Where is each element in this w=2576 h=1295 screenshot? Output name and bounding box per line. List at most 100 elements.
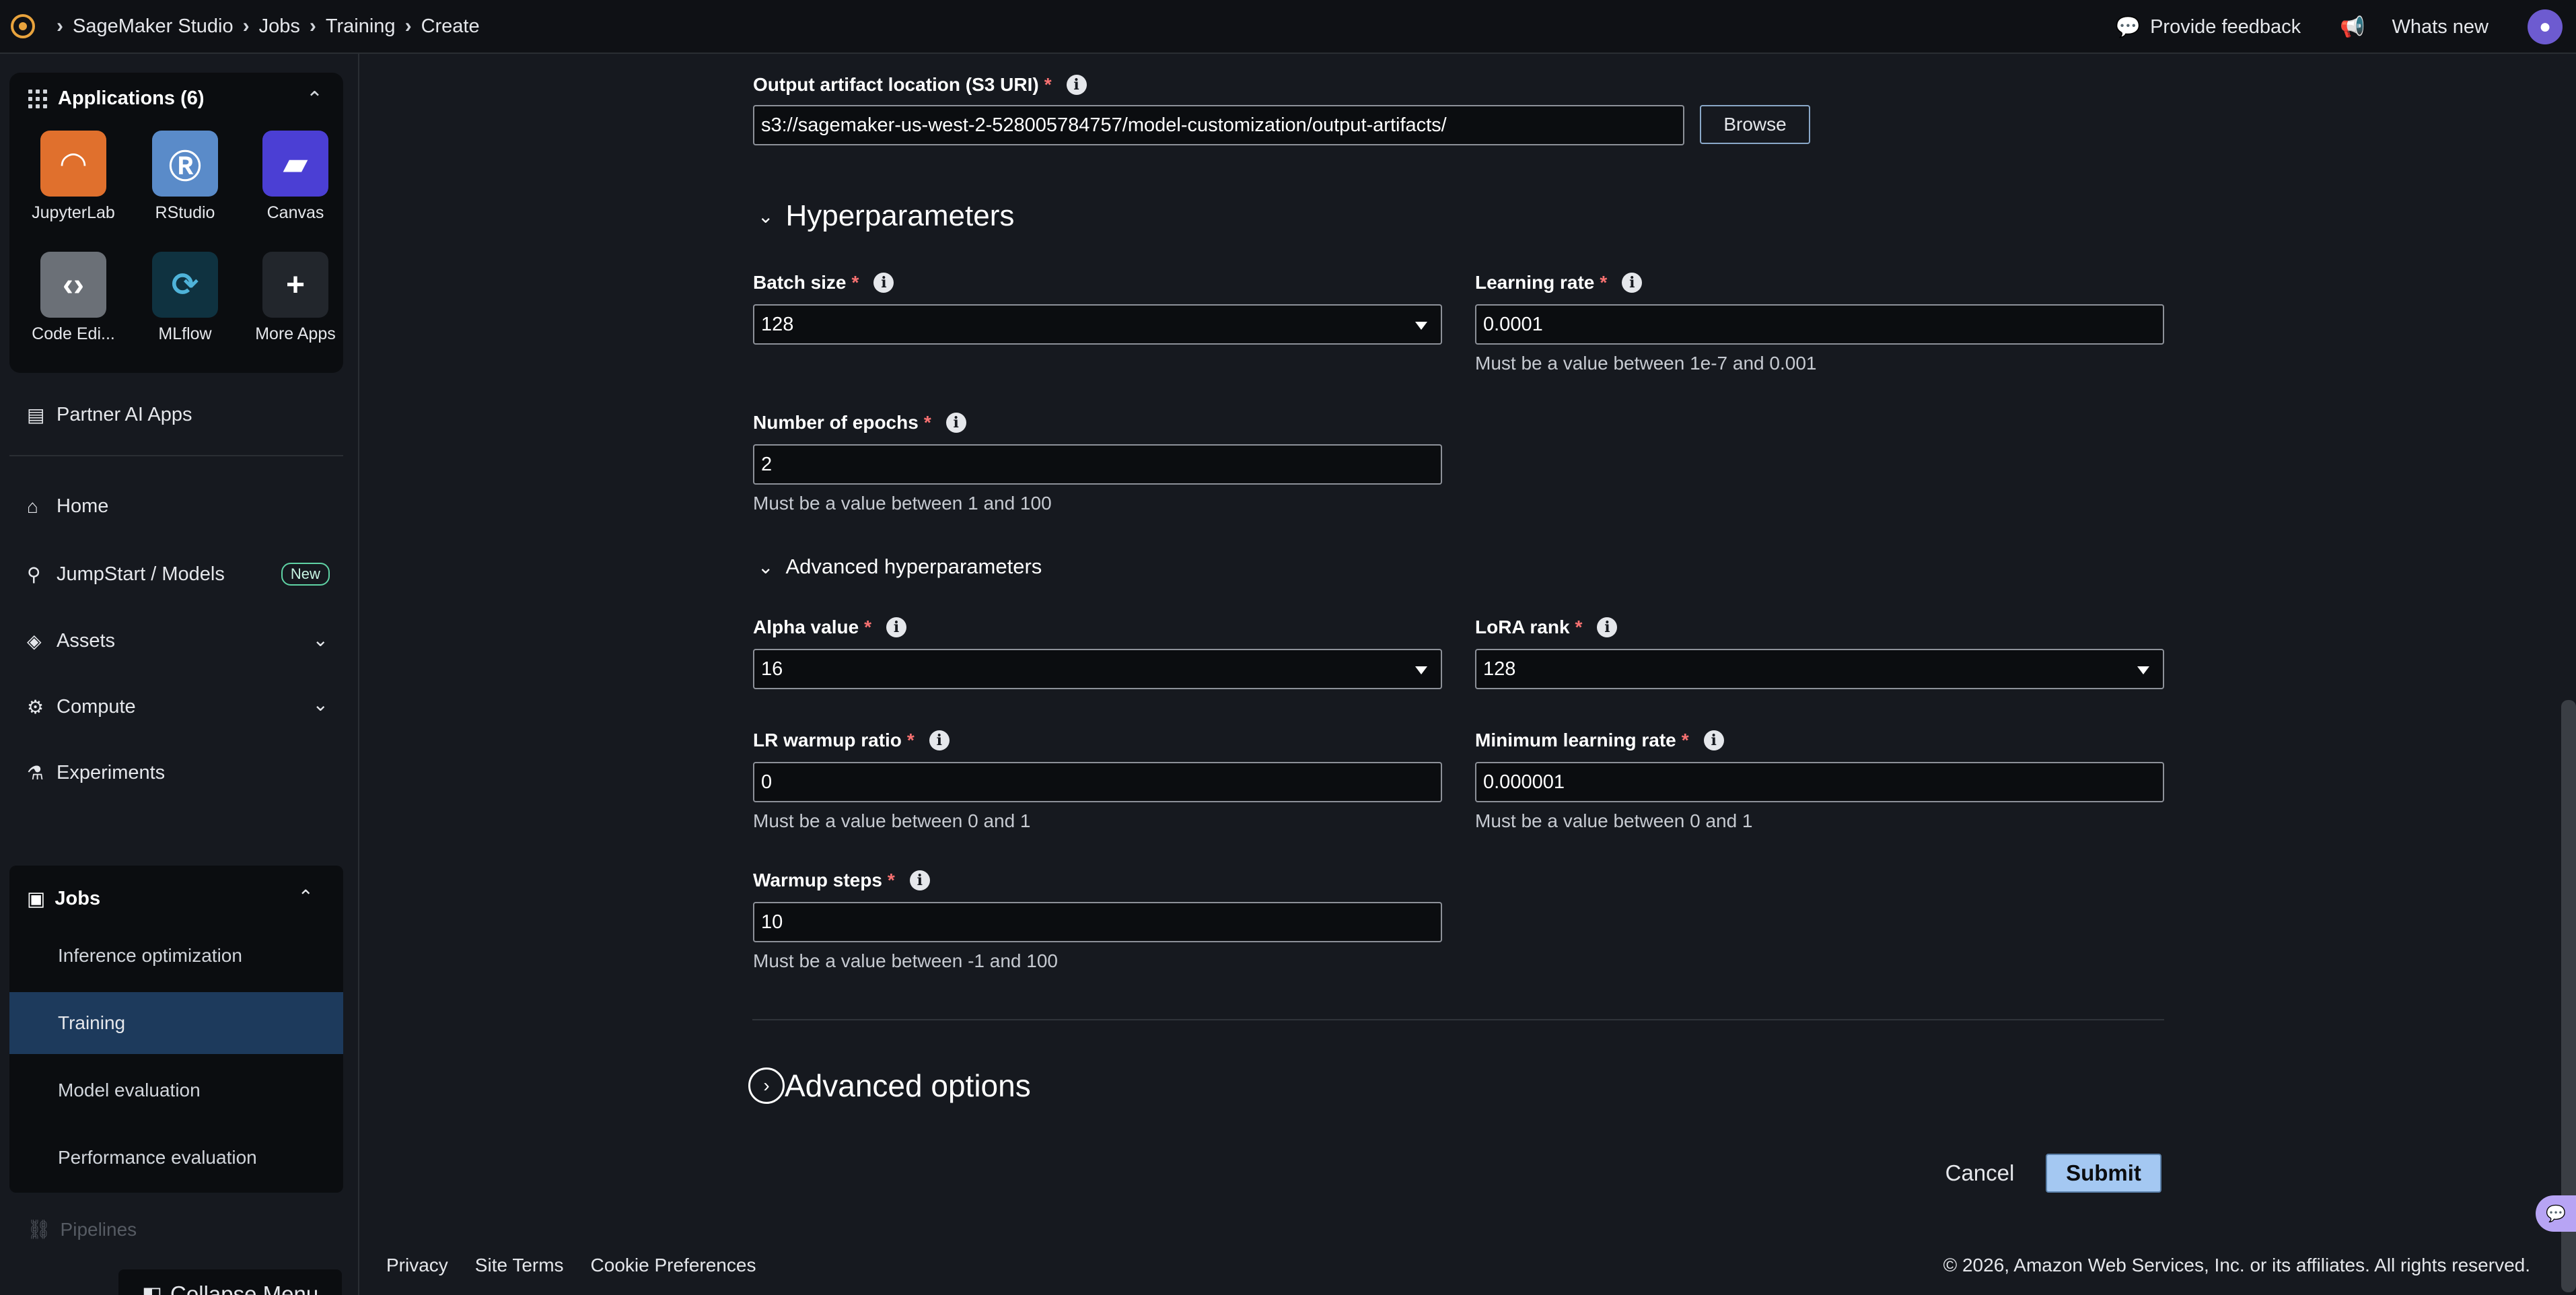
- epochs-hint: Must be a value between 1 and 100: [753, 493, 1052, 514]
- sidebar-item-jobs[interactable]: ▣ Jobs: [27, 887, 100, 911]
- required-mark: *: [1600, 272, 1608, 293]
- app-label: JupyterLab: [32, 203, 115, 222]
- alpha-select[interactable]: 16: [753, 649, 1442, 689]
- applications-header[interactable]: Applications (6): [28, 88, 205, 110]
- info-icon[interactable]: i: [873, 273, 894, 293]
- field-label-text: LoRA rank: [1475, 617, 1570, 637]
- cancel-button[interactable]: Cancel: [1922, 1152, 2038, 1194]
- input-value: 2: [761, 453, 773, 475]
- sagemaker-logo-icon[interactable]: [11, 14, 35, 38]
- input-value: 0.000001: [1483, 771, 1565, 793]
- select-value: 128: [761, 313, 794, 335]
- field-label-text: Alpha value: [753, 617, 859, 637]
- required-mark: *: [923, 412, 931, 433]
- breadcrumb-create: Create: [421, 15, 480, 37]
- info-icon[interactable]: i: [886, 617, 907, 637]
- chevron-down-icon[interactable]: ⌄: [313, 693, 328, 715]
- breadcrumb-jobs[interactable]: Jobs: [259, 15, 300, 38]
- sidebar-item-jumpstart[interactable]: ⚲ JumpStart / Models New: [27, 563, 330, 586]
- batch-size-label: Batch size * i: [753, 272, 894, 293]
- site-terms-link[interactable]: Site Terms: [475, 1255, 564, 1276]
- hyperparameters-toggle[interactable]: ⌄ Hyperparameters: [758, 199, 1014, 233]
- mlflow-icon: ⟳: [152, 252, 218, 318]
- apps-grid-icon: [28, 89, 47, 108]
- info-icon[interactable]: i: [1622, 273, 1643, 293]
- app-mlflow[interactable]: ⟳ MLflow: [135, 252, 236, 344]
- app-label: Code Edi...: [32, 324, 115, 343]
- chevron-down-icon: ⌄: [758, 205, 774, 227]
- info-icon[interactable]: i: [909, 870, 930, 890]
- sidebar-item-partner-ai-apps[interactable]: ▤ Partner AI Apps: [27, 404, 192, 426]
- input-value: 0.0001: [1483, 313, 1543, 335]
- advanced-options-toggle[interactable]: › Advanced options: [748, 1068, 1031, 1104]
- advanced-hyperparameters-toggle[interactable]: ⌄ Advanced hyperparameters: [758, 555, 1042, 579]
- app-label: MLflow: [158, 324, 212, 343]
- chevron-up-icon[interactable]: ⌃: [298, 886, 314, 908]
- whats-new-button[interactable]: 📢 Whats new: [2340, 15, 2489, 39]
- info-icon[interactable]: i: [945, 413, 966, 433]
- warmup-steps-input[interactable]: 10: [753, 902, 1442, 942]
- jobs-panel: ▣ Jobs ⌃ Inference optimization Training…: [9, 866, 343, 1193]
- applications-title: Applications (6): [58, 88, 205, 109]
- output-artifact-label: Output artifact location (S3 URI) * i: [753, 74, 1087, 96]
- field-label-text: Number of epochs: [753, 412, 919, 433]
- info-icon[interactable]: i: [929, 730, 950, 750]
- section-title: Advanced options: [785, 1068, 1031, 1103]
- info-icon[interactable]: i: [1703, 730, 1724, 750]
- cookie-preferences-link[interactable]: Cookie Preferences: [591, 1255, 756, 1276]
- batch-size-select[interactable]: 128: [753, 304, 1442, 345]
- min-learning-rate-input[interactable]: 0.000001: [1475, 762, 2164, 802]
- sidebar-item-assets[interactable]: ◈ Assets: [27, 630, 115, 652]
- app-code-editor[interactable]: ‹› Code Edi...: [23, 252, 124, 344]
- select-value: 128: [1483, 658, 1516, 680]
- copyright-text: © 2026, Amazon Web Services, Inc. or its…: [1943, 1255, 2530, 1275]
- lora-rank-label: LoRA rank * i: [1475, 617, 1618, 638]
- sidebar-item-performance-evaluation[interactable]: Performance evaluation: [9, 1127, 343, 1189]
- chevron-up-icon[interactable]: ⌃: [306, 88, 323, 111]
- sidebar-item-label: Experiments: [57, 762, 166, 783]
- learning-rate-input[interactable]: 0.0001: [1475, 304, 2164, 345]
- sidebar-item-training[interactable]: Training: [9, 992, 343, 1054]
- breadcrumb-training[interactable]: Training: [326, 15, 396, 38]
- sidebar-item-label: Compute: [57, 696, 136, 718]
- output-artifact-input[interactable]: s3://sagemaker-us-west-2-528005784757/mo…: [753, 105, 1684, 145]
- applications-panel: Applications (6) ⌃ ◠ JupyterLab Ⓡ RStudi…: [9, 73, 343, 373]
- sidebar-item-compute[interactable]: ⚙ Compute: [27, 696, 136, 718]
- app-rstudio[interactable]: Ⓡ RStudio: [135, 131, 236, 223]
- info-icon[interactable]: i: [1597, 617, 1618, 637]
- lr-warmup-input[interactable]: 0: [753, 762, 1442, 802]
- chevron-down-icon[interactable]: ⌄: [313, 629, 328, 651]
- browse-button[interactable]: Browse: [1700, 105, 1810, 144]
- sidebar-item-home[interactable]: ⌂ Home: [27, 495, 108, 518]
- chat-icon[interactable]: 💬: [2536, 1195, 2576, 1232]
- epochs-input[interactable]: 2: [753, 444, 1442, 485]
- alpha-label: Alpha value * i: [753, 617, 907, 638]
- app-jupyterlab[interactable]: ◠ JupyterLab: [23, 131, 124, 223]
- required-mark: *: [1575, 617, 1583, 637]
- lora-rank-select[interactable]: 128: [1475, 649, 2164, 689]
- field-label-text: Warmup steps: [753, 870, 882, 890]
- app-more-apps[interactable]: + More Apps: [245, 252, 346, 344]
- user-avatar-icon[interactable]: ●: [2528, 9, 2563, 44]
- sidebar-item-pipelines[interactable]: ⛓ Pipelines: [27, 1218, 137, 1240]
- app-canvas[interactable]: ▰ Canvas: [245, 131, 346, 223]
- caret-down-icon: [1415, 666, 1427, 674]
- whats-new-label: Whats new: [2392, 15, 2489, 38]
- caret-down-icon: [1415, 322, 1427, 330]
- learning-rate-hint: Must be a value between 1e-7 and 0.001: [1475, 353, 1817, 374]
- sidebar-item-experiments[interactable]: ⚗ Experiments: [27, 762, 165, 784]
- lr-warmup-hint: Must be a value between 0 and 1: [753, 810, 1031, 831]
- app-label: More Apps: [255, 324, 336, 343]
- collapse-menu-label: Collapse Menu: [170, 1282, 319, 1295]
- collapse-menu-button[interactable]: ◧ Collapse Menu: [118, 1269, 342, 1295]
- sidebar-item-model-evaluation[interactable]: Model evaluation: [9, 1059, 343, 1121]
- jumpstart-icon: ⚲: [27, 563, 41, 585]
- info-icon[interactable]: i: [1066, 75, 1087, 95]
- provide-feedback-button[interactable]: 💬 Provide feedback: [2116, 15, 2301, 39]
- flask-icon: ⚗: [27, 763, 44, 783]
- sidebar-item-inference-optimization[interactable]: Inference optimization: [9, 925, 343, 987]
- privacy-link[interactable]: Privacy: [386, 1255, 448, 1276]
- submit-button[interactable]: Submit: [2046, 1154, 2161, 1193]
- sidebar-divider: [9, 455, 343, 456]
- breadcrumb-sagemaker-studio[interactable]: SageMaker Studio: [73, 15, 234, 38]
